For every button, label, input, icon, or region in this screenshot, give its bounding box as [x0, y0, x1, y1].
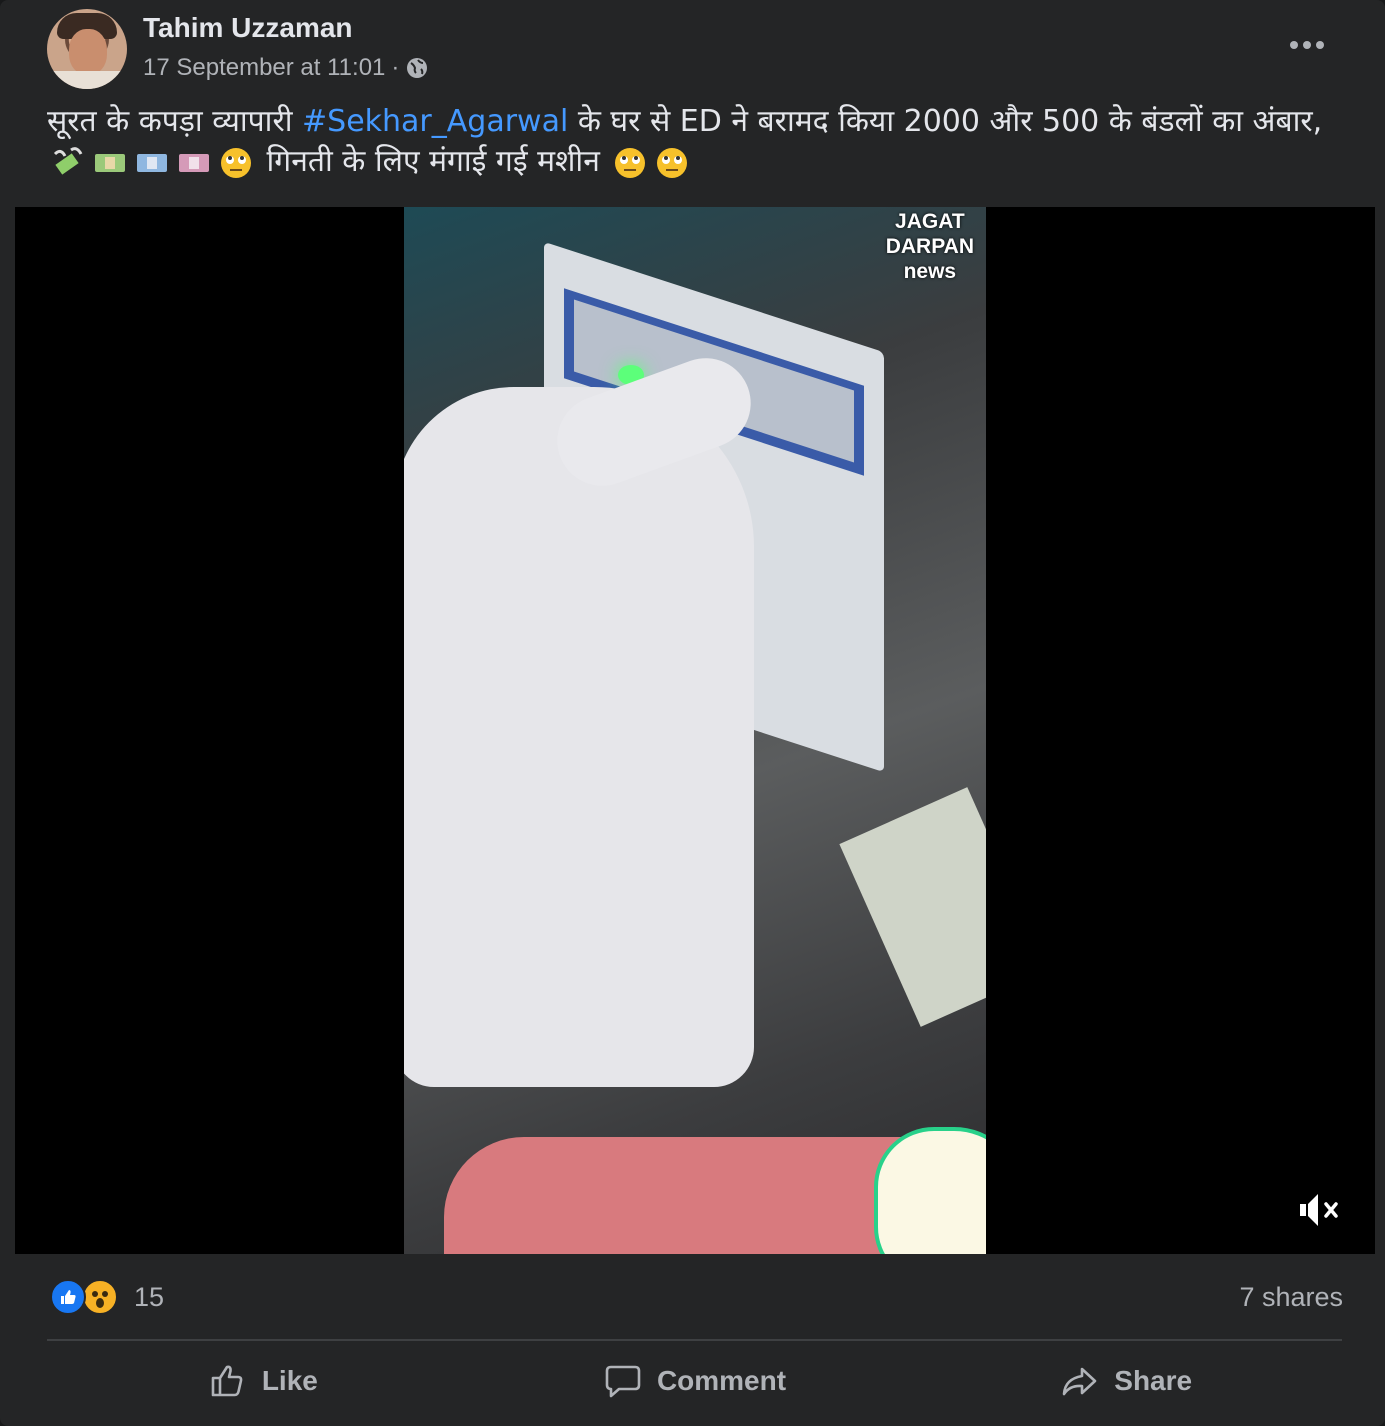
- like-label: Like: [261, 1365, 318, 1396]
- meta-separator: ·: [391, 54, 400, 81]
- caption-hashtag[interactable]: #Sekhar_Agarwal: [302, 104, 568, 139]
- share-arrow-icon: [1062, 1367, 1097, 1396]
- video-player[interactable]: JAGAT DARPAN news: [15, 207, 1375, 1254]
- post-meta: 17 September at 11:01 ·: [143, 54, 429, 82]
- divider: [47, 1339, 1342, 1341]
- wow-reaction-icon: [82, 1279, 118, 1315]
- money-with-wings-icon: [53, 146, 83, 175]
- face-with-rolling-eyes-icon: [657, 147, 688, 178]
- video-watermark: JAGAT DARPAN news: [885, 210, 974, 283]
- like-button[interactable]: Like: [47, 1348, 479, 1414]
- more-options-icon[interactable]: [1283, 28, 1331, 62]
- speaker-muted-icon[interactable]: [1298, 1190, 1342, 1230]
- facebook-post: Tahim Uzzaman 17 September at 11:01 · सू…: [0, 0, 1385, 1426]
- post-actions: Like Comment Share: [47, 1348, 1342, 1414]
- dollar-banknote-icon: [95, 153, 125, 172]
- comment-label: Comment: [656, 1365, 787, 1396]
- caption-text-after: के घर से ED ने बरामद किया 2000 और 500 के…: [568, 104, 1323, 139]
- share-label: Share: [1114, 1365, 1193, 1396]
- share-button[interactable]: Share: [910, 1348, 1342, 1414]
- like-reaction-icon: [50, 1279, 86, 1315]
- comment-icon: [605, 1365, 641, 1398]
- reactions-summary[interactable]: 15: [50, 1279, 164, 1315]
- comment-button[interactable]: Comment: [479, 1348, 911, 1414]
- author-name[interactable]: Tahim Uzzaman: [143, 12, 353, 44]
- post-timestamp[interactable]: 17 September at 11:01: [143, 54, 385, 82]
- post-caption: सूरत के कपड़ा व्यापारी #Sekhar_Agarwal क…: [47, 102, 1347, 182]
- author-avatar[interactable]: [47, 9, 127, 89]
- thumbs-up-icon: [211, 1365, 243, 1397]
- face-with-rolling-eyes-icon: [615, 147, 646, 178]
- shares-count[interactable]: 7 shares: [1239, 1282, 1343, 1313]
- euro-banknote-icon: [137, 153, 167, 172]
- face-with-rolling-eyes-icon: [221, 147, 251, 178]
- pound-banknote-icon: [179, 153, 209, 172]
- globe-icon: [407, 58, 428, 78]
- reaction-count: 15: [134, 1281, 165, 1312]
- caption-text-before: सूरत के कपड़ा व्यापारी: [47, 104, 303, 139]
- caption-line2-text: गिनती के लिए मंगाई गई मशीन: [257, 144, 610, 179]
- video-frame[interactable]: JAGAT DARPAN news: [404, 207, 986, 1254]
